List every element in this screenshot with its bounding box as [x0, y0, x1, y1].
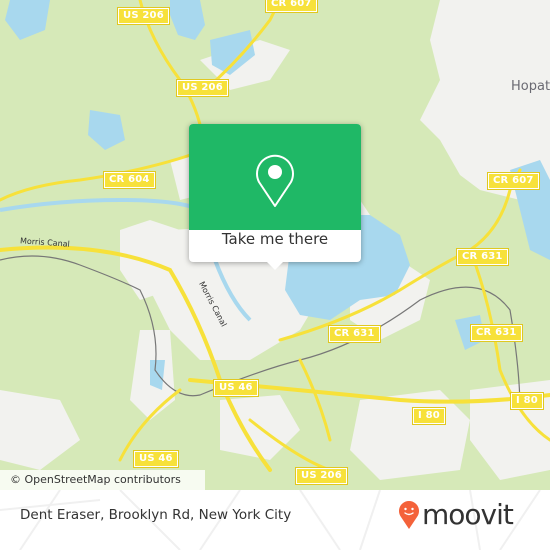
map[interactable]: US 206 US 206 CR 607 CR 604 CR 607 CR 63… [0, 0, 550, 490]
moovit-wordmark: moovit [422, 498, 514, 531]
road-label-us206: US 206 [295, 467, 348, 485]
footer: Dent Eraser, Brooklyn Rd, New York City … [0, 490, 550, 550]
map-pin-icon [256, 154, 294, 207]
road-label-us46: US 46 [213, 379, 259, 397]
map-attribution[interactable]: © OpenStreetMap contributors [0, 470, 205, 490]
destination-popup: Take me there [189, 124, 361, 270]
road-label-i80: I 80 [412, 407, 446, 425]
road-label-cr607: CR 607 [487, 172, 540, 190]
road-label-cr631: CR 631 [456, 248, 509, 266]
road-label-us206: US 206 [117, 7, 170, 25]
road-label-us206: US 206 [176, 79, 229, 97]
destination-address: Dent Eraser, Brooklyn Rd, New York City [20, 507, 292, 523]
moovit-pin-icon [399, 501, 419, 529]
moovit-logo[interactable]: moovit [398, 498, 514, 531]
road-label-cr631: CR 631 [470, 324, 523, 342]
road-label-cr631: CR 631 [328, 325, 381, 343]
road-label-i80: I 80 [510, 392, 544, 410]
take-me-there-button[interactable]: Take me there [189, 230, 361, 262]
road-label-us46: US 46 [133, 450, 179, 468]
road-label-cr607: CR 607 [265, 0, 318, 13]
road-label-cr604: CR 604 [103, 171, 156, 189]
place-label: Hopat [511, 79, 550, 94]
popup-tail [267, 262, 283, 270]
popup-header [189, 124, 361, 230]
